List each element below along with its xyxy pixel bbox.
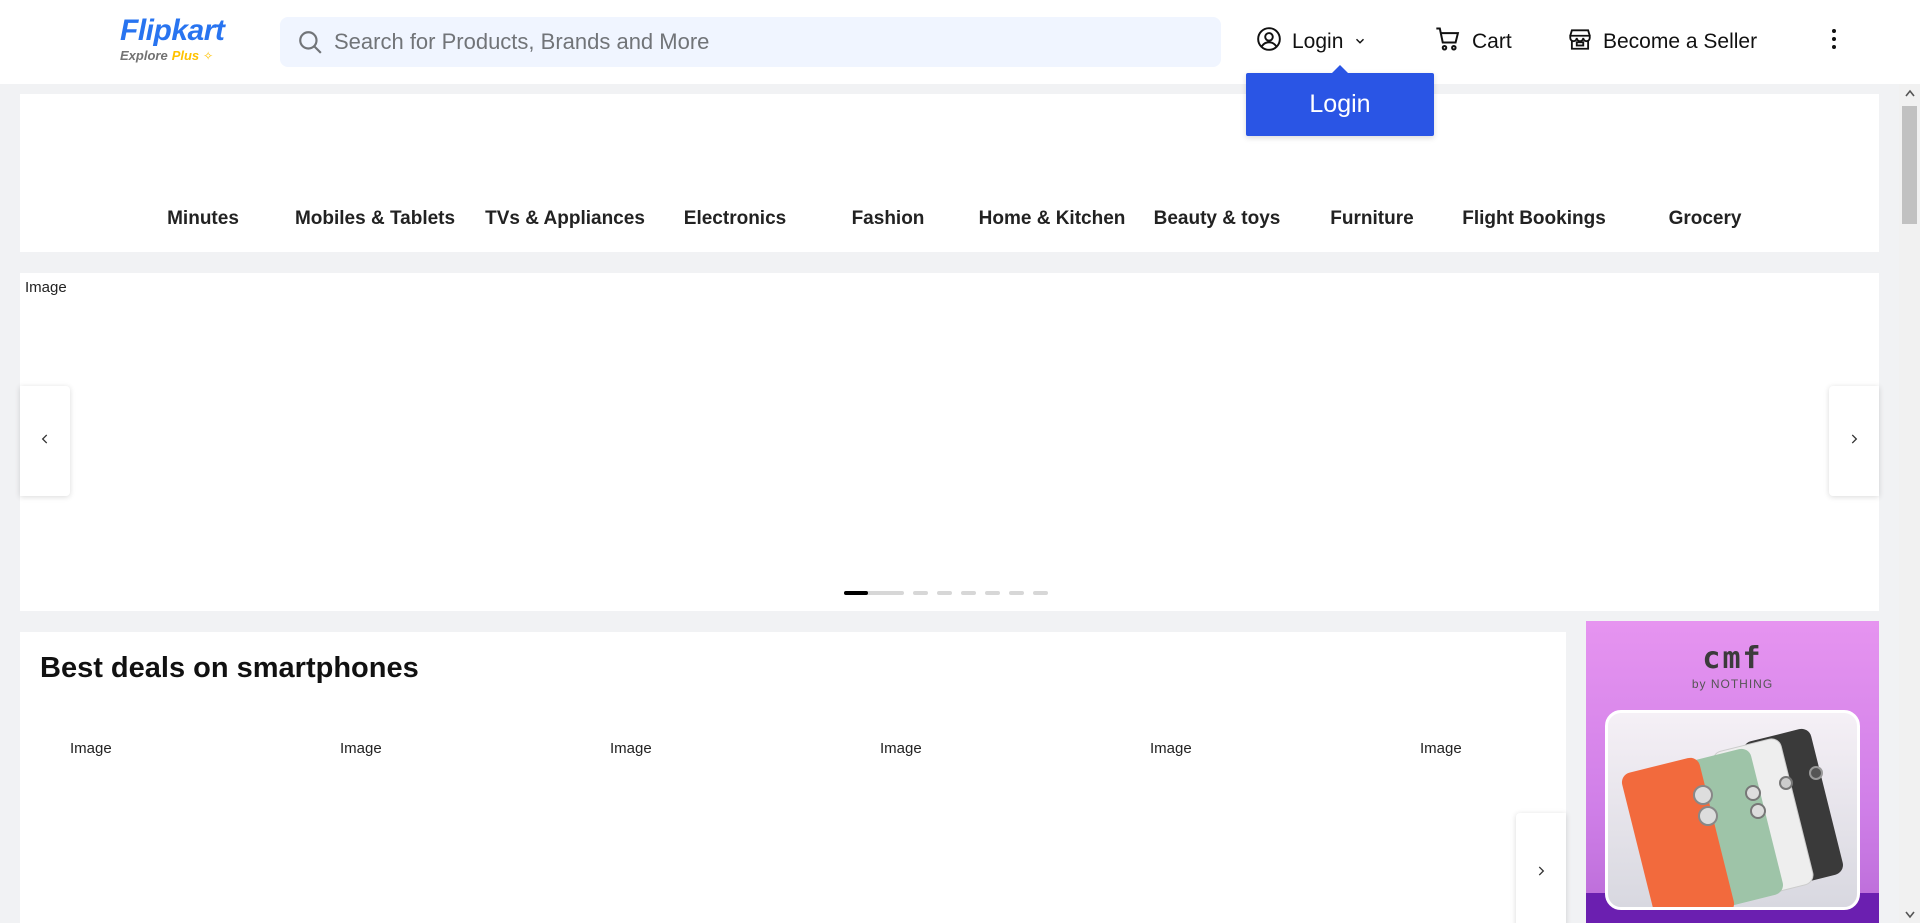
category-nav: Minutes Mobiles & Tablets TVs & Applianc… <box>20 94 1879 252</box>
deal-card[interactable]: Image <box>880 740 1080 920</box>
deal-image: Image <box>340 740 382 757</box>
ad-brand-logo: cmf <box>1702 641 1763 676</box>
chevron-right-icon <box>1847 432 1861 451</box>
cart-button[interactable]: Cart <box>1434 22 1512 62</box>
deal-card[interactable]: Image <box>70 740 270 920</box>
carousel-dot[interactable] <box>985 591 1000 595</box>
logo-tagline: Explore Plus ✧ <box>120 48 240 64</box>
banner-prev-button[interactable] <box>20 386 70 496</box>
category-furniture[interactable]: Furniture <box>1330 208 1413 230</box>
chevron-left-icon <box>38 432 52 451</box>
carousel-dot[interactable] <box>913 591 928 595</box>
section-title: Best deals on smartphones <box>40 652 419 684</box>
scroll-up-arrow-icon[interactable] <box>1899 84 1920 101</box>
phone-product-image <box>1605 710 1860 910</box>
search-bar[interactable] <box>280 17 1221 67</box>
category-beauty-toys[interactable]: Beauty & toys <box>1154 208 1281 230</box>
category-minutes[interactable]: Minutes <box>167 208 239 230</box>
deal-image: Image <box>70 740 112 757</box>
deal-card[interactable]: Image <box>340 740 540 920</box>
search-icon[interactable] <box>296 28 324 56</box>
scroll-thumb[interactable] <box>1902 106 1917 224</box>
carousel-dot[interactable] <box>937 591 952 595</box>
cart-label: Cart <box>1472 30 1512 53</box>
carousel-dot[interactable] <box>961 591 976 595</box>
deal-image: Image <box>1150 740 1192 757</box>
category-electronics[interactable]: Electronics <box>684 208 786 230</box>
chevron-down-icon <box>1353 30 1367 54</box>
deal-card[interactable]: Image <box>1150 740 1350 920</box>
smartphone-deals-section: Best deals on smartphones Image Image Im… <box>20 632 1566 923</box>
logo-brand: Flipkart <box>120 14 225 47</box>
chevron-right-icon <box>1534 864 1548 883</box>
login-label: Login <box>1292 30 1344 53</box>
cart-icon <box>1434 25 1462 59</box>
logo-tagline-explore: Explore <box>120 48 168 63</box>
hero-banner-carousel[interactable]: Image <box>20 273 1879 611</box>
carousel-indicators <box>844 591 1048 595</box>
ad-brand-sub: by NOTHING <box>1691 677 1774 691</box>
carousel-dot[interactable] <box>1009 591 1024 595</box>
login-button[interactable]: Login <box>1256 22 1367 62</box>
search-input[interactable] <box>334 29 1184 55</box>
deal-image: Image <box>1420 740 1462 757</box>
more-options-button[interactable] <box>1822 22 1846 62</box>
carousel-dot-active[interactable] <box>844 591 904 595</box>
deals-next-button[interactable] <box>1516 813 1566 923</box>
vertical-dots-icon <box>1831 28 1837 56</box>
category-fashion[interactable]: Fashion <box>852 208 925 230</box>
login-dropdown-label: Login <box>1309 90 1371 118</box>
banner-image: Image <box>25 279 67 296</box>
deal-image: Image <box>610 740 652 757</box>
seller-label: Become a Seller <box>1603 30 1758 53</box>
top-header: Flipkart Explore Plus ✧ Login Cart Becom… <box>0 0 1920 84</box>
flipkart-logo[interactable]: Flipkart Explore Plus ✧ <box>120 14 240 66</box>
category-home-kitchen[interactable]: Home & Kitchen <box>979 208 1126 230</box>
login-dropdown-button[interactable]: Login <box>1246 65 1434 136</box>
user-circle-icon <box>1256 26 1282 58</box>
store-icon <box>1567 26 1593 58</box>
deal-image: Image <box>880 740 922 757</box>
carousel-dot[interactable] <box>1033 591 1048 595</box>
category-grocery[interactable]: Grocery <box>1669 208 1742 230</box>
page-scrollbar[interactable] <box>1899 84 1920 923</box>
logo-tagline-plus: Plus <box>171 48 200 63</box>
category-mobiles-tablets[interactable]: Mobiles & Tablets <box>295 208 455 230</box>
category-flight-bookings[interactable]: Flight Bookings <box>1462 208 1606 230</box>
become-seller-button[interactable]: Become a Seller <box>1567 22 1757 62</box>
banner-next-button[interactable] <box>1829 386 1879 496</box>
deal-card[interactable]: Image <box>610 740 810 920</box>
category-tvs-appliances[interactable]: TVs & Appliances <box>485 208 645 230</box>
cmf-ad-banner[interactable]: cmf by NOTHING <box>1586 621 1879 923</box>
plus-star-icon: ✧ <box>203 49 214 63</box>
scroll-down-arrow-icon[interactable] <box>1899 906 1920 923</box>
